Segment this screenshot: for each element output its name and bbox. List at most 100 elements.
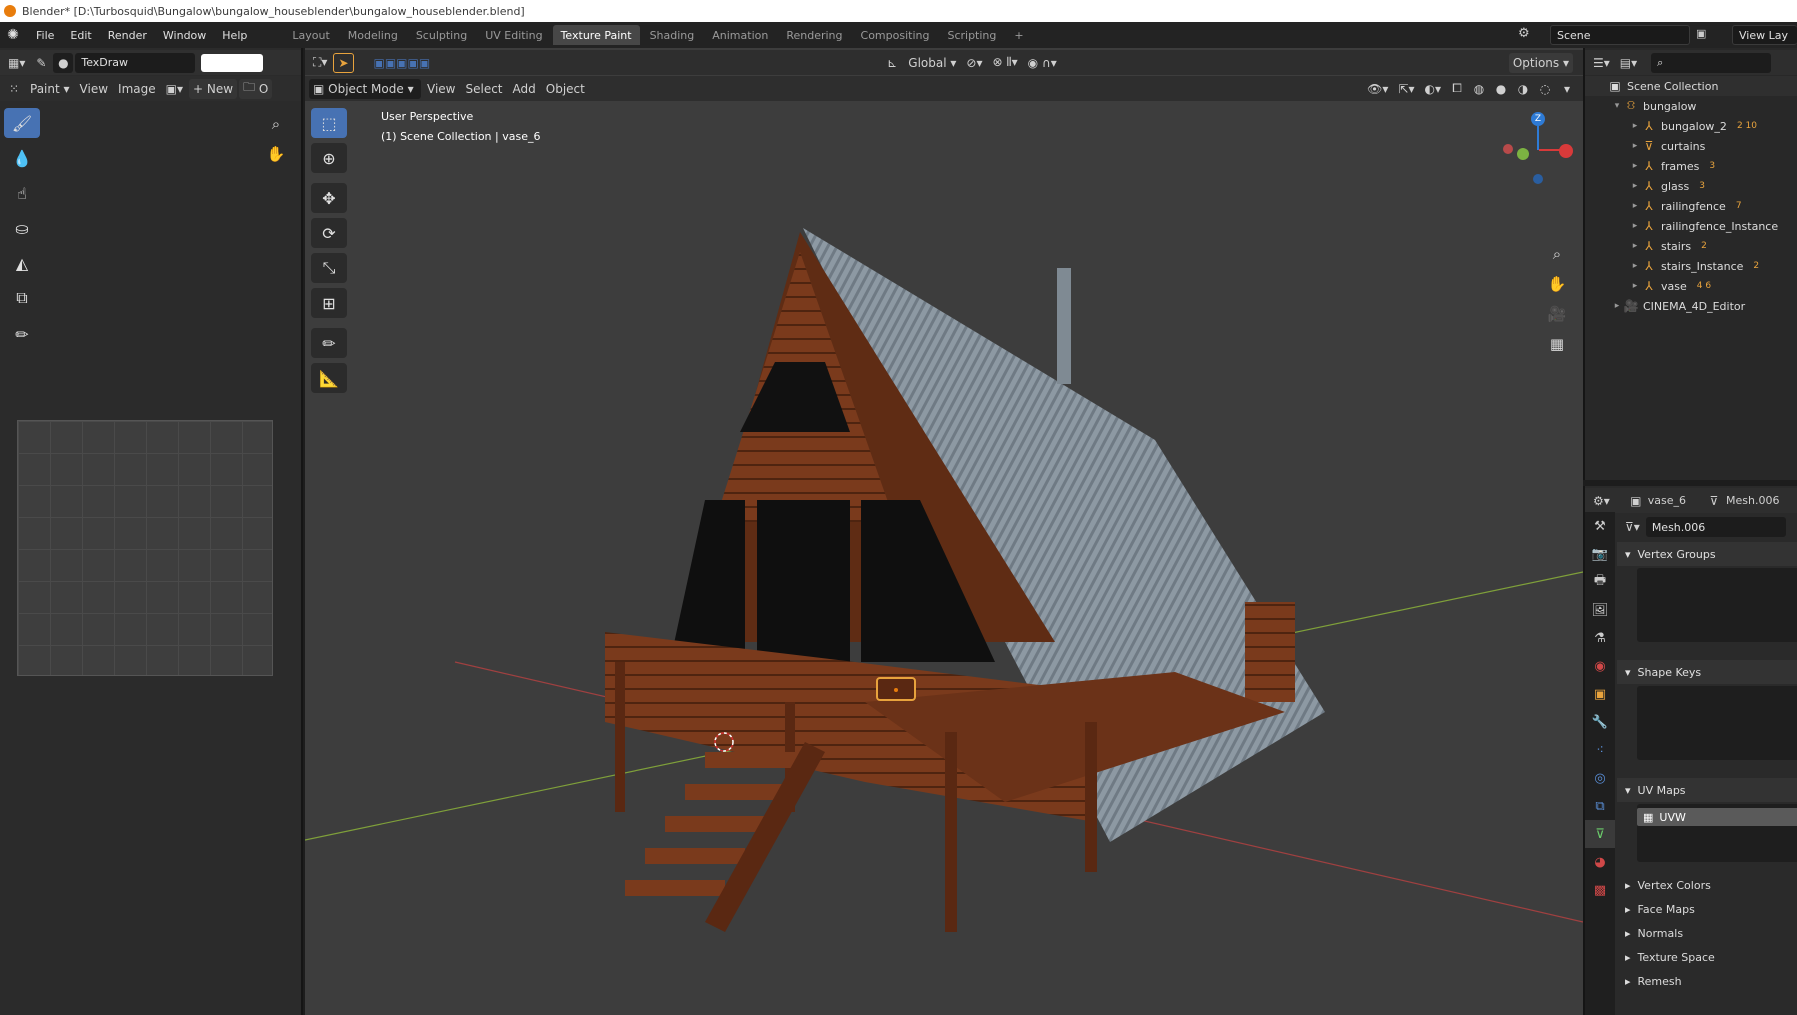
fill-tool-icon[interactable]: ◭ (4, 248, 40, 278)
annotate-viewport-tool-icon[interactable]: ✏ (311, 328, 347, 358)
transform-tool-icon[interactable]: ⊞ (311, 288, 347, 318)
blender-menu-icon[interactable]: ✺ (4, 26, 22, 44)
object-tab-icon[interactable]: ▣ (1585, 680, 1615, 708)
menu-edit[interactable]: Edit (62, 22, 99, 48)
xray-icon[interactable]: ⧠ (1447, 79, 1467, 99)
measure-tool-icon[interactable]: 📐 (311, 363, 347, 393)
outliner-root[interactable]: ▣ Scene Collection (1585, 76, 1797, 96)
outliner-item[interactable]: ▸ ⅄ vase 4 6 (1585, 276, 1797, 296)
select-box-mode-icon[interactable]: ▣▣▣▣▣ (370, 53, 435, 73)
uv-maps-list[interactable]: ▦ UVW (1637, 804, 1797, 862)
tab-modeling[interactable]: Modeling (340, 25, 406, 45)
options-dropdown[interactable]: Options ▾ (1508, 52, 1573, 73)
panel-uv-maps[interactable]: ▾ UV Maps (1617, 778, 1797, 802)
brush-dot-icon[interactable]: ● (53, 52, 74, 73)
proportional-edit-icon[interactable]: ◉ ∩▾ (1024, 53, 1061, 73)
view-layer-tab-icon[interactable]: 🖼 (1585, 596, 1615, 624)
3d-viewport[interactable]: ⛶▾ ➤ ▣▣▣▣▣ ⊾ Global ▾ ⊘▾ ⊗ ⦀▾ ◉ ∩▾ Optio… (305, 48, 1583, 1015)
smear-tool-icon[interactable]: ☝ (4, 178, 40, 208)
modifier-tab-icon[interactable]: 🔧 (1585, 708, 1615, 736)
tab-sculpting[interactable]: Sculpting (408, 25, 475, 45)
outliner-item[interactable]: ▾ ⛻ bungalow (1585, 96, 1797, 116)
view-layer-selector[interactable]: View Lay (1732, 25, 1797, 45)
view-layer-icon[interactable]: ▣ (1696, 27, 1706, 40)
shading-options-icon[interactable]: ▾ (1557, 79, 1577, 99)
vertex-groups-list[interactable] (1637, 568, 1797, 642)
soften-tool-icon[interactable]: 💧 (4, 143, 40, 173)
gizmo-toggle-icon[interactable]: ⇱▾ (1394, 79, 1418, 99)
snap-icon[interactable]: ⊗ ⦀▾ (988, 53, 1021, 73)
gizmo-y-axis[interactable] (1517, 148, 1529, 160)
material-tab-icon[interactable]: ◕ (1585, 848, 1615, 876)
image-browse-icon[interactable]: ▣▾ (162, 79, 187, 99)
clone-tool-icon[interactable]: ⛀ (4, 213, 40, 243)
outliner-item[interactable]: ▸ ⅄ stairs_Instance 2 (1585, 256, 1797, 276)
viewport-scene[interactable] (305, 102, 1583, 1015)
brush-name-field[interactable]: TexDraw (75, 52, 196, 73)
move-tool-icon[interactable]: ✥ (311, 183, 347, 213)
editor-type-icon[interactable]: ▦▾ (4, 53, 29, 73)
expand-toggle-icon[interactable]: ▸ (1629, 141, 1641, 151)
uv-map-item[interactable]: ▦ UVW (1637, 808, 1797, 826)
rotate-tool-icon[interactable]: ⟳ (311, 218, 347, 248)
outliner-item[interactable]: ▸ ⅄ stairs 2 (1585, 236, 1797, 256)
expand-toggle-icon[interactable]: ▸ (1629, 201, 1641, 211)
tab-scripting[interactable]: Scripting (939, 25, 1004, 45)
outliner-display-mode-icon[interactable]: ▤▾ (1616, 53, 1641, 73)
tab-animation[interactable]: Animation (704, 25, 776, 45)
new-image-button[interactable]: + New (189, 78, 238, 99)
expand-toggle-icon[interactable]: ▸ (1629, 181, 1641, 191)
add-workspace-icon[interactable]: + (1006, 25, 1031, 45)
panel-shape-keys[interactable]: ▾ Shape Keys (1617, 660, 1797, 684)
shape-keys-list[interactable] (1637, 686, 1797, 760)
transform-orientation-dropdown[interactable]: Global ▾ (904, 53, 960, 73)
outliner-item[interactable]: ▸ ⊽ curtains (1585, 136, 1797, 156)
paint-mode-dropdown[interactable]: Paint ▾ (26, 79, 74, 99)
menu-image[interactable]: Image (114, 79, 160, 99)
menu-view-image[interactable]: View (76, 79, 112, 99)
menu-file[interactable]: File (28, 22, 62, 48)
mask-tool-icon[interactable]: ⧉ (4, 283, 40, 313)
transform-orientation-icon[interactable]: ⊾ (882, 53, 902, 73)
physics-tab-icon[interactable]: ◎ (1585, 764, 1615, 792)
outliner-item[interactable]: ▸ 🎥 CINEMA_4D_Editor (1585, 296, 1797, 316)
menu-help[interactable]: Help (214, 22, 255, 48)
outliner-editor-type-icon[interactable]: ☰▾ (1589, 53, 1614, 73)
open-image-button[interactable]: 🗀 O (239, 78, 273, 99)
brush-icon[interactable]: ✎ (31, 53, 51, 73)
outliner-item[interactable]: ▸ ⅄ railingfence 7 (1585, 196, 1797, 216)
panel-remesh[interactable]: ▸ Remesh (1617, 970, 1797, 992)
shading-material-icon[interactable]: ◑ (1513, 79, 1533, 99)
texture-tab-icon[interactable]: ▩ (1585, 876, 1615, 904)
expand-toggle-icon[interactable]: ▸ (1629, 221, 1641, 231)
tab-rendering[interactable]: Rendering (778, 25, 850, 45)
output-tab-icon[interactable]: 🖶 (1585, 568, 1615, 596)
menu-select[interactable]: Select (461, 79, 506, 99)
gizmo-neg-x-axis[interactable] (1503, 144, 1513, 154)
shading-rendered-icon[interactable]: ◌ (1535, 79, 1555, 99)
expand-toggle-icon[interactable]: ▸ (1629, 161, 1641, 171)
tab-layout[interactable]: Layout (284, 25, 337, 45)
scene-selector[interactable]: Scene (1550, 25, 1690, 45)
paint-mode-icon[interactable]: ⁙ (4, 79, 24, 99)
navigation-gizmo[interactable]: Z (1495, 110, 1575, 190)
expand-toggle-icon[interactable]: ▸ (1629, 241, 1641, 251)
outliner-item[interactable]: ▸ ⅄ bungalow_2 2 10 (1585, 116, 1797, 136)
tool-tab-icon[interactable]: ⚒ (1585, 512, 1615, 540)
pivot-icon[interactable]: ⊘▾ (962, 53, 986, 73)
outliner-item[interactable]: ▸ ⅄ glass 3 (1585, 176, 1797, 196)
mesh-data-tab-icon[interactable]: ⊽ (1585, 820, 1615, 848)
expand-toggle-icon[interactable]: ▸ (1611, 301, 1623, 311)
brush-color-swatch[interactable] (201, 53, 264, 72)
tab-texture-paint[interactable]: Texture Paint (552, 25, 640, 45)
menu-render[interactable]: Render (100, 22, 155, 48)
draw-tool-icon[interactable]: 🖌 (4, 108, 40, 138)
cursor-tool-icon[interactable]: ⊕ (311, 143, 347, 173)
expand-toggle-icon[interactable]: ▾ (1611, 101, 1623, 111)
mesh-browse-icon[interactable]: ⊽▾ (1621, 517, 1644, 537)
camera-view-icon[interactable]: 🎥 (1545, 302, 1569, 326)
image-canvas[interactable] (17, 420, 273, 676)
expand-toggle-icon[interactable]: ▸ (1629, 121, 1641, 131)
particles-tab-icon[interactable]: ⁖ (1585, 736, 1615, 764)
stairs-mesh[interactable] (625, 742, 825, 932)
